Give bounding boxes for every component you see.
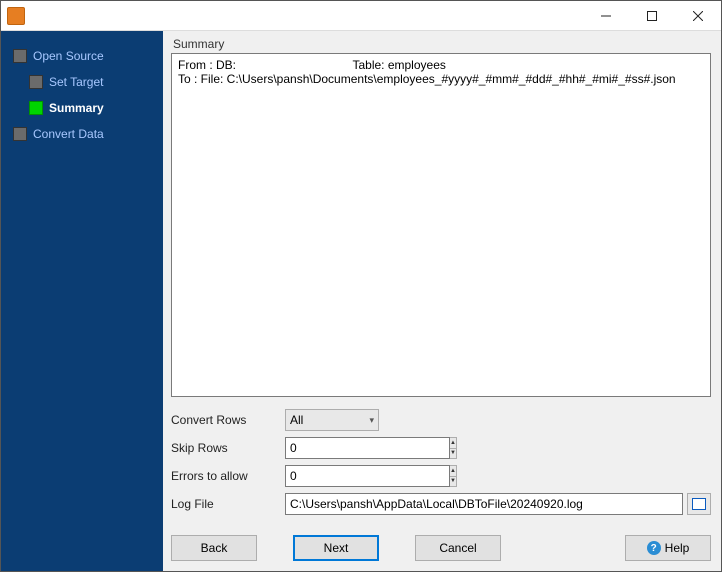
step-indicator-icon (29, 75, 43, 89)
stepper-down-icon[interactable]: ▼ (450, 477, 456, 487)
help-icon: ? (647, 541, 661, 555)
errors-allow-label: Errors to allow (171, 469, 285, 483)
titlebar (1, 1, 721, 31)
step-indicator-icon (29, 101, 43, 115)
skip-rows-input[interactable] (285, 437, 450, 459)
section-title: Summary (171, 37, 711, 51)
step-label: Summary (49, 101, 104, 115)
options-form: Convert Rows All ▾ Skip Rows ▲ ▼ Errors … (171, 409, 711, 521)
errors-allow-stepper[interactable]: ▲ ▼ (285, 465, 379, 487)
errors-allow-input[interactable] (285, 465, 450, 487)
wizard-steps-sidebar: Open Source Set Target Summary Convert D… (1, 31, 163, 571)
step-indicator-icon (13, 127, 27, 141)
browse-log-file-button[interactable] (687, 493, 711, 515)
step-label: Open Source (33, 49, 104, 63)
maximize-button[interactable] (629, 1, 675, 30)
convert-rows-label: Convert Rows (171, 413, 285, 427)
stepper-down-icon[interactable]: ▼ (450, 449, 456, 459)
content-panel: Summary From : DB: Table: employees To :… (163, 31, 721, 571)
back-button[interactable]: Back (171, 535, 257, 561)
skip-rows-stepper[interactable]: ▲ ▼ (285, 437, 379, 459)
step-summary[interactable]: Summary (1, 95, 163, 121)
stepper-up-icon[interactable]: ▲ (450, 466, 456, 477)
close-button[interactable] (675, 1, 721, 30)
step-convert-data[interactable]: Convert Data (1, 121, 163, 147)
next-button[interactable]: Next (293, 535, 379, 561)
select-value: All (290, 413, 303, 427)
stepper-up-icon[interactable]: ▲ (450, 438, 456, 449)
step-label: Set Target (49, 75, 103, 89)
step-indicator-icon (13, 49, 27, 63)
cancel-button[interactable]: Cancel (415, 535, 501, 561)
app-icon (7, 7, 25, 25)
convert-rows-select[interactable]: All ▾ (285, 409, 379, 431)
skip-rows-label: Skip Rows (171, 441, 285, 455)
help-label: Help (665, 541, 690, 555)
wizard-button-bar: Back Next Cancel ? Help (171, 535, 711, 561)
help-button[interactable]: ? Help (625, 535, 711, 561)
minimize-button[interactable] (583, 1, 629, 30)
log-file-input[interactable] (285, 493, 683, 515)
summary-textarea[interactable]: From : DB: Table: employees To : File: C… (171, 53, 711, 397)
chevron-down-icon: ▾ (369, 415, 374, 426)
step-open-source[interactable]: Open Source (1, 43, 163, 69)
step-label: Convert Data (33, 127, 104, 141)
step-set-target[interactable]: Set Target (1, 69, 163, 95)
document-icon (692, 498, 706, 510)
log-file-label: Log File (171, 497, 285, 511)
